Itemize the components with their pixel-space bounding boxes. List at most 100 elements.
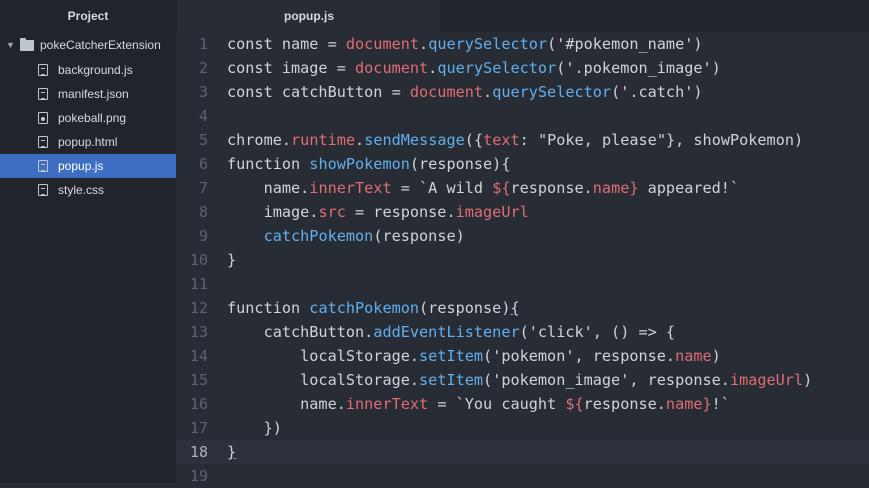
code-line[interactable]: 6 function showPokemon(response){ [176,152,869,176]
file-item[interactable]: background.js [0,58,176,82]
file-label: background.js [58,63,133,77]
code-text: function catchPokemon(response){ [227,296,520,320]
chevron-down-icon[interactable]: ▼ [6,40,18,50]
code-line[interactable]: 2 const image = document.querySelector('.… [176,56,869,80]
code-token: ('pokemon', response. [483,347,676,365]
file-item[interactable]: popup.html [0,130,176,154]
code-token: catchButton. [227,323,374,341]
code-token: addEventListener [373,323,520,341]
code-line[interactable]: 4 [176,104,869,128]
file-item[interactable]: popup.js [0,154,176,178]
code-token: (response){ [409,155,511,173]
code-token: imageUrl [455,203,529,221]
code-token: response. [510,179,593,197]
code-token: . [483,83,493,101]
tab-bar: popup.js [176,0,869,32]
code-token: querySelector [437,59,557,77]
code-token: localStorage. [227,371,420,389]
code-text: catchButton.addEventListener('click', ()… [227,320,676,344]
code-token: localStorage. [227,347,420,365]
code-line[interactable]: 14 localStorage.setItem('pokemon', respo… [176,344,869,368]
code-text: name.innerText = `A wild ${response.name… [227,176,740,200]
code-line[interactable]: 10} [176,248,869,272]
code-text: const image = document.querySelector('.p… [227,56,721,80]
code-token: appeared!` [638,179,740,197]
line-number: 1 [198,35,208,53]
line-number: 5 [198,131,208,149]
code-token: imageUrl [729,371,804,389]
code-line[interactable]: 1 const name = document.querySelector('#p… [176,32,869,56]
code-token: !` [711,395,730,413]
line-number: 9 [198,227,208,245]
code-token: response. [583,395,666,413]
code-token: src [318,203,346,221]
line-number: 10 [189,251,208,269]
code-token: ({ [464,131,484,149]
code-token: } [227,251,237,269]
code-token: innerText [345,395,429,413]
code-token: { [510,299,520,317]
code-text: localStorage.setItem('pokemon', response… [227,344,721,368]
code-line[interactable]: 9 catchPokemon(response) [176,224,869,248]
code-token: = `You caught [428,395,566,413]
code-text: image.src = response.imageUrl [227,200,529,224]
code-text: } [227,440,236,464]
line-number: 17 [189,419,208,437]
file-item[interactable]: style.css [0,178,176,202]
code-line[interactable]: 5 chrome.runtime.sendMessage({text: "Poke… [176,128,869,152]
code-line[interactable]: 18} [176,440,869,464]
line-number: 14 [189,347,208,365]
code-token: }) [227,419,282,437]
code-token: querySelector [428,35,548,53]
code-token: ('click', () => { [519,323,676,341]
file-label: style.css [58,183,105,197]
line-number: 13 [189,323,208,341]
line-number: 3 [198,83,208,101]
code-token: setItem [419,347,484,365]
code-token: setItem [419,371,484,389]
code-line[interactable]: 17 }) [176,416,869,440]
project-root-folder[interactable]: ▼ pokeCatcherExtension [0,32,176,58]
code-token: const name = [227,35,346,53]
file-item[interactable]: pokeball.png [0,106,176,130]
code-line[interactable]: 11 [176,272,869,296]
code-token: ('.pokemon_image') [556,59,721,77]
file-icon [38,184,48,196]
code-token: = response. [345,203,456,221]
code-token: } [227,443,237,461]
code-line[interactable]: 7 name.innerText = `A wild ${response.na… [176,176,869,200]
code-token: ${ [565,395,584,413]
code-token: document [409,83,484,101]
code-token: function [227,155,310,173]
tab-popup-js[interactable]: popup.js [178,0,440,32]
code-text: catchPokemon(response) [227,224,465,248]
code-line[interactable]: 12 function catchPokemon(response){ [176,296,869,320]
code-area[interactable]: 1 const name = document.querySelector('#p… [176,32,869,485]
code-token: const image = [227,59,356,77]
code-token: name} [665,395,712,413]
project-sidebar: Project ▼ pokeCatcherExtension backgroun… [0,0,176,483]
code-token: name. [227,395,346,413]
code-token: . [419,35,429,53]
code-token: . [428,59,438,77]
code-line[interactable]: 16 name.innerText = `You caught ${respon… [176,392,869,416]
line-number: 4 [198,107,208,125]
code-line[interactable]: 13 catchButton.addEventListener('click',… [176,320,869,344]
sidebar-title: Project [67,9,109,23]
file-item[interactable]: manifest.json [0,82,176,106]
code-line[interactable]: 19 [176,464,869,488]
code-token: name} [592,179,639,197]
line-number: 11 [189,275,208,293]
code-text: const catchButton = document.querySelect… [227,80,703,104]
code-token: chrome [227,131,282,149]
code-line[interactable]: 3 const catchButton = document.querySelec… [176,80,869,104]
line-number: 12 [189,299,208,317]
code-line[interactable]: 15 localStorage.setItem('pokemon_image',… [176,368,869,392]
code-line[interactable]: 8 image.src = response.imageUrl [176,200,869,224]
file-icon [38,136,48,148]
code-token: name [675,347,712,365]
code-token: document [355,59,429,77]
code-token: ('#pokemon_name') [547,35,703,53]
code-token: sendMessage [364,131,465,149]
